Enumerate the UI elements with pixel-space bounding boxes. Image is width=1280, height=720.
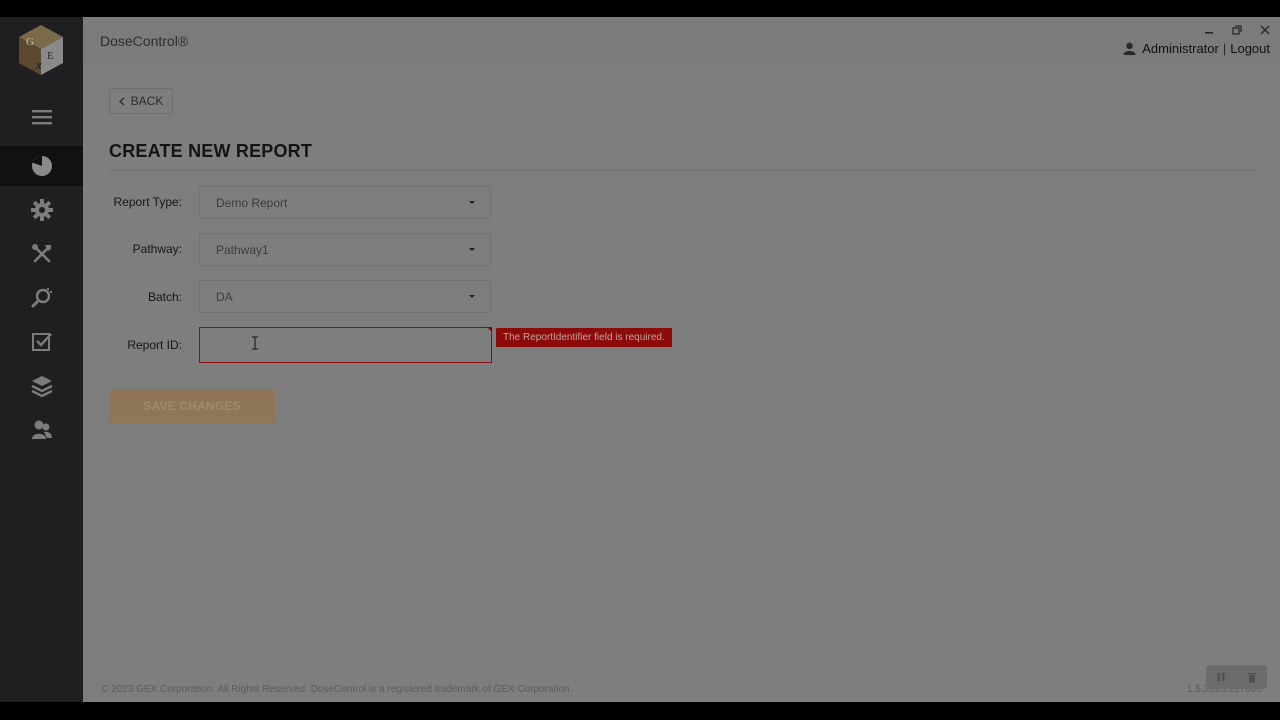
- report-id-error-tooltip: The ReportIdentifier field is required.: [496, 328, 672, 347]
- report-id-label: Report ID:: [127, 338, 182, 352]
- report-type-select[interactable]: Demo Report: [199, 186, 491, 219]
- pathway-value: Pathway1: [216, 242, 269, 257]
- error-corner-marker: [487, 327, 492, 332]
- report-type-label: Report Type:: [113, 195, 182, 209]
- pause-icon[interactable]: [1216, 672, 1226, 682]
- restore-icon: [1232, 25, 1242, 35]
- pathway-label: Pathway:: [132, 242, 182, 256]
- user-separator: |: [1222, 41, 1227, 56]
- back-label: BACK: [130, 94, 164, 108]
- footer-copyright: © 2023 GEX Corporation. All Rights Reser…: [101, 684, 573, 695]
- dashboard-pie-icon: [31, 156, 52, 176]
- caret-down-icon: [469, 295, 475, 298]
- sidebar-item-layers[interactable]: [0, 366, 83, 406]
- batch-value: DA: [216, 289, 233, 304]
- media-controls: [1206, 665, 1267, 689]
- text-cursor-icon: [251, 336, 259, 355]
- report-type-value: Demo Report: [216, 195, 288, 210]
- trash-icon[interactable]: [1247, 672, 1257, 683]
- save-changes-button[interactable]: SAVE CHANGES: [109, 389, 275, 423]
- gex-logo: G E x: [17, 23, 65, 77]
- user-name[interactable]: Administrator: [1142, 41, 1219, 56]
- close-icon: [1260, 25, 1270, 35]
- page-title: CREATE NEW REPORT: [109, 141, 313, 161]
- users-icon: [31, 420, 52, 439]
- svg-text:E: E: [47, 50, 54, 62]
- app-title: DoseControl®: [100, 33, 189, 49]
- app-window: G E x DoseControl® Administrator | Logou…: [0, 17, 1280, 702]
- top-header: DoseControl® Administrator | Logout: [83, 17, 1280, 64]
- minimize-icon: [1205, 32, 1213, 34]
- svg-text:G: G: [26, 36, 34, 48]
- layers-icon: [30, 376, 53, 397]
- caret-down-icon: [469, 248, 475, 251]
- caret-down-icon: [469, 201, 475, 204]
- sidebar-item-users[interactable]: [0, 410, 83, 450]
- svg-text:x: x: [35, 57, 42, 72]
- sidebar-item-dashboard[interactable]: [0, 146, 83, 186]
- back-button[interactable]: BACK: [109, 88, 173, 114]
- sidebar: G E x: [0, 17, 83, 702]
- chevron-left-icon: [118, 97, 125, 105]
- user-bar: Administrator | Logout: [1123, 41, 1270, 56]
- window-controls: [1202, 23, 1272, 37]
- batch-label: Batch:: [147, 290, 182, 304]
- restore-button[interactable]: [1230, 23, 1244, 37]
- user-icon: [1123, 42, 1136, 55]
- logout-link[interactable]: Logout: [1230, 41, 1270, 56]
- close-button[interactable]: [1258, 23, 1272, 37]
- title-divider: [109, 170, 1256, 171]
- menu-icon: [31, 110, 52, 125]
- report-id-input[interactable]: [199, 327, 492, 363]
- minimize-button[interactable]: [1202, 23, 1216, 37]
- sidebar-item-menu[interactable]: [0, 97, 83, 137]
- pathway-select[interactable]: Pathway1: [199, 233, 491, 266]
- batch-select[interactable]: DA: [199, 280, 491, 313]
